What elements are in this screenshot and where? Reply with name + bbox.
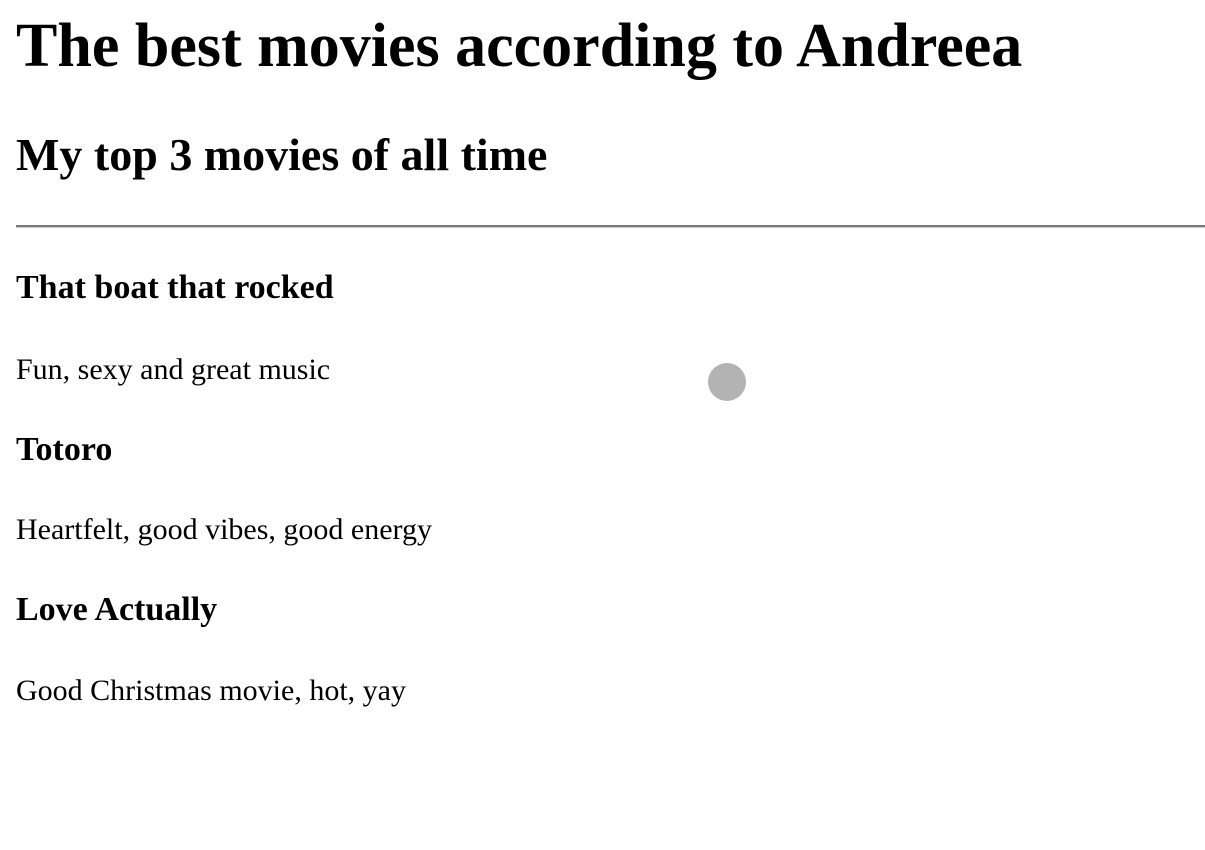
page-title: The best movies according to Andreea — [16, 12, 1023, 80]
page-subtitle: My top 3 movies of all time — [16, 129, 548, 180]
section-divider — [16, 225, 1205, 228]
cursor-indicator — [708, 363, 746, 401]
movie-description: Fun, sexy and great music — [16, 353, 331, 386]
movie-title: Totoro — [16, 431, 113, 468]
movie-title: Love Actually — [16, 591, 218, 628]
movie-title: That boat that rocked — [16, 269, 334, 306]
movie-description: Good Christmas movie, hot, yay — [16, 674, 406, 707]
movie-description: Heartfelt, good vibes, good energy — [16, 513, 433, 546]
